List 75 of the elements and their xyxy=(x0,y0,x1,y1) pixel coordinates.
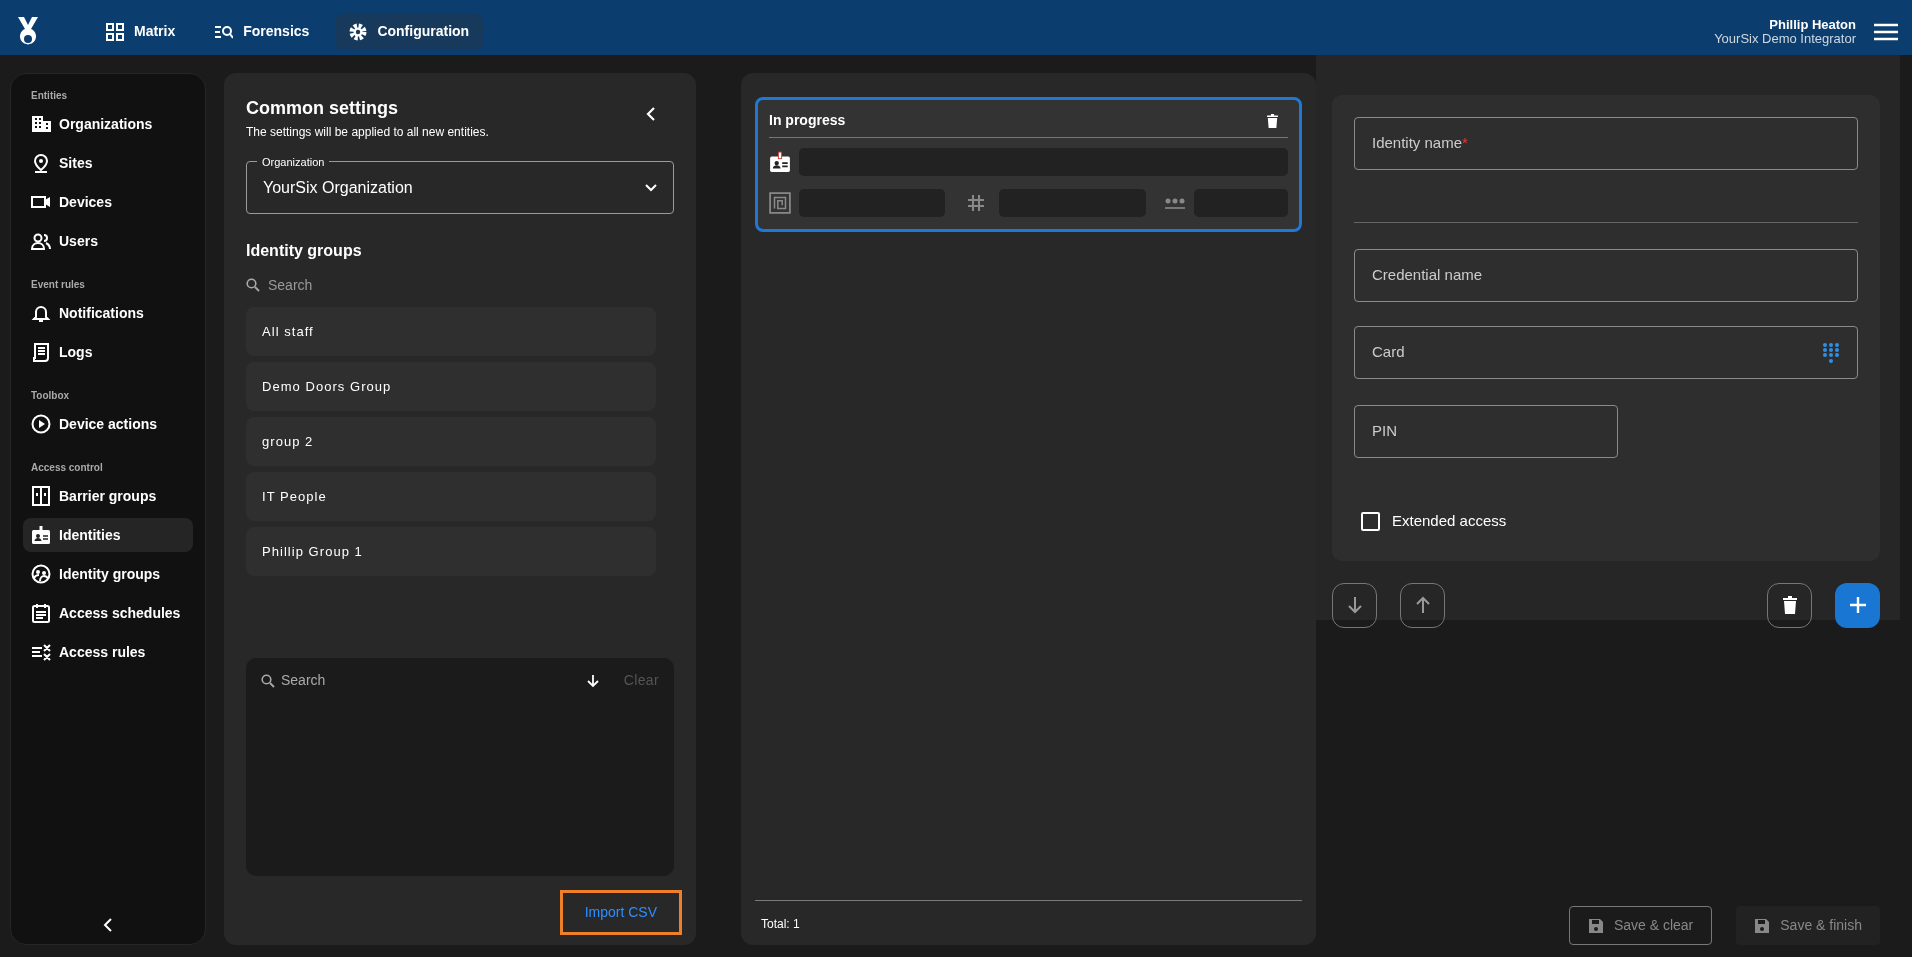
arrow-up-icon xyxy=(1415,596,1430,614)
search-field[interactable]: Search xyxy=(281,670,481,691)
card-status: In progress xyxy=(769,111,846,130)
section-heading: Entities xyxy=(30,89,69,103)
sidebar-item[interactable]: Users xyxy=(23,224,193,258)
text-field[interactable]: Identity name* xyxy=(1354,117,1858,170)
identity-group-item[interactable]: Demo Doors Group xyxy=(246,362,656,411)
panel-title: Common settings xyxy=(246,97,399,120)
checklist-icon xyxy=(31,642,51,662)
panel-subtitle: The settings will be applied to all new entities. xyxy=(246,124,489,141)
total-count: Total: 1 xyxy=(761,917,800,931)
sidebar-item[interactable]: Organizations xyxy=(23,107,193,141)
group-circle-icon xyxy=(31,564,51,584)
section-title: Identity groups xyxy=(246,241,363,261)
sidebar-item[interactable]: Devices xyxy=(23,185,193,219)
menu-icon[interactable] xyxy=(1874,22,1898,41)
delete-button[interactable] xyxy=(1767,582,1812,628)
move-down-button[interactable] xyxy=(1332,582,1377,628)
chevron-left-icon[interactable] xyxy=(646,107,656,121)
arrow-down-icon xyxy=(1347,596,1362,614)
sidebar-item[interactable]: Identity groups xyxy=(23,557,193,591)
building-icon xyxy=(31,114,51,134)
add-button[interactable] xyxy=(1835,582,1880,628)
card-field[interactable]: Card xyxy=(1354,326,1858,379)
sidebar-item[interactable]: Identities xyxy=(23,518,193,552)
nav-tab[interactable]: Matrix xyxy=(92,13,190,50)
trash-icon xyxy=(1782,596,1797,614)
pin-field[interactable]: PIN xyxy=(1354,405,1618,458)
id-badge-icon xyxy=(769,151,791,173)
location-pin-icon xyxy=(31,153,51,173)
people-icon xyxy=(31,231,51,251)
search-icon xyxy=(261,673,275,688)
section-heading: Access control xyxy=(30,461,104,475)
nav-tab[interactable]: Configuration xyxy=(335,13,484,50)
play-circle-icon xyxy=(31,414,51,434)
trash-icon[interactable] xyxy=(1267,113,1278,128)
extended-access-checkbox[interactable]: Extended access xyxy=(1361,510,1858,533)
identity-group-item[interactable]: group 2 xyxy=(246,417,656,466)
section-heading: Event rules xyxy=(30,278,86,292)
id-badge-icon xyxy=(31,525,51,545)
plus-icon xyxy=(1849,597,1866,613)
identity-group-item[interactable]: Phillip Group 1 xyxy=(246,527,656,576)
user-name: Phillip Heaton xyxy=(1768,17,1856,32)
dropdown-value: YourSix Organization xyxy=(263,177,413,198)
arrow-down-icon[interactable] xyxy=(586,673,599,688)
bell-icon xyxy=(31,303,51,323)
calendar-icon xyxy=(31,603,51,623)
grid-icon xyxy=(106,22,124,41)
password-icon xyxy=(1164,196,1186,210)
sidebar-item[interactable]: Notifications xyxy=(23,296,193,330)
card-reader-icon xyxy=(769,192,791,214)
identity-group-item[interactable]: All staff xyxy=(246,307,656,356)
sidebar-item[interactable]: Logs xyxy=(23,335,193,369)
chevron-left-icon[interactable] xyxy=(103,918,113,932)
section-heading: Toolbox xyxy=(30,389,71,403)
document-list-icon xyxy=(31,342,51,362)
nav-tab[interactable]: Forensics xyxy=(201,13,324,50)
door-icon xyxy=(31,486,51,506)
move-up-button[interactable] xyxy=(1400,582,1445,628)
text-field[interactable]: Credential name xyxy=(1354,249,1858,302)
sidebar-item[interactable]: Access rules xyxy=(23,635,193,669)
chevron-down-icon xyxy=(645,183,657,192)
hash-icon xyxy=(967,194,985,212)
sidebar-item[interactable]: Device actions xyxy=(23,407,193,441)
user-role: YourSix Demo Integrator xyxy=(1714,31,1856,46)
sidebar-item[interactable]: Sites xyxy=(23,146,193,180)
sidebar-item[interactable]: Access schedules xyxy=(23,596,193,630)
sidebar-item[interactable]: Barrier groups xyxy=(23,479,193,513)
search-icon xyxy=(246,278,260,292)
search-field[interactable]: Search xyxy=(268,274,468,296)
import-csv-button[interactable]: Import CSV xyxy=(559,890,682,935)
gear-icon xyxy=(349,22,368,41)
keypad-icon[interactable] xyxy=(1822,341,1840,364)
identity-card[interactable]: In progress xyxy=(755,97,1302,232)
identity-group-item[interactable]: IT People xyxy=(246,472,656,521)
